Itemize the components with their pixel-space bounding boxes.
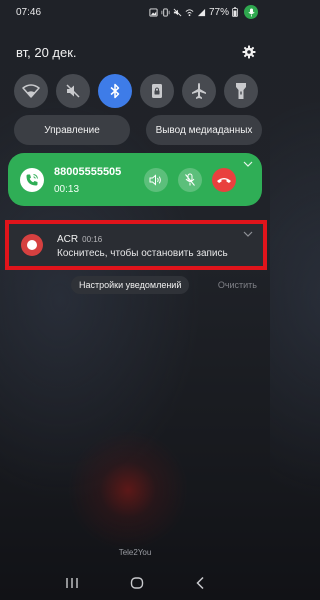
rotation-lock-toggle[interactable] [140,74,174,108]
sound-toggle[interactable] [56,74,90,108]
battery-percent: 77% [208,6,229,18]
airplane-icon [192,83,206,99]
mic-off-icon [185,173,195,186]
mute-icon [173,8,182,16]
wifi-icon [22,84,40,98]
battery-icon [232,7,238,17]
notification-actions: Настройки уведомлений Очистить [71,276,257,294]
ongoing-call-notification[interactable]: 88005555505 00:13 [8,153,262,206]
clear-all-button[interactable]: Очистить [218,280,257,290]
flashlight-toggle[interactable] [224,74,258,108]
notification-header: ACR 00:16 [57,234,102,245]
mic-icon [247,8,255,16]
bluetooth-toggle[interactable] [98,74,132,108]
wifi-calling-icon [185,8,194,16]
speaker-button[interactable] [144,168,168,192]
lock-icon [152,84,162,98]
date-row: вт, 20 дек. [16,42,256,62]
notification-settings-button[interactable]: Настройки уведомлений [71,276,190,294]
vibrate-icon [161,7,170,17]
status-icons: 77% [149,5,258,19]
acr-record-icon [21,234,43,256]
acr-notification[interactable]: ACR 00:16 Коснитесь, чтобы остановить зап… [5,220,267,270]
date-label[interactable]: вт, 20 дек. [16,45,77,60]
sound-off-icon [66,84,80,98]
media-output-button[interactable]: Вывод медиаданных [146,115,262,145]
notification-app-name: ACR [57,234,79,245]
notification-body: Коснитесь, чтобы остановить запись [57,248,228,259]
call-duration: 00:13 [54,184,80,195]
quick-panel-buttons: Управление Вывод медиаданных [14,115,262,145]
mic-in-use-indicator [244,5,258,19]
carrier-label: Tele2You [118,548,152,557]
hang-up-icon [217,178,231,183]
clock: 07:46 [16,6,42,18]
airplane-toggle[interactable] [182,74,216,108]
gallery-icon [149,7,158,17]
end-call-button[interactable] [212,168,236,192]
quick-settings [14,74,258,108]
back-icon[interactable] [195,576,205,590]
caller-number: 88005555505 [54,166,122,178]
status-bar: 07:46 77% [0,0,270,24]
navigation-bar [0,570,270,596]
chevron-down-icon[interactable] [243,231,253,237]
gear-icon[interactable] [242,45,256,59]
chevron-down-icon[interactable] [243,161,253,167]
notification-time: 00:16 [82,235,103,244]
flashlight-icon [236,83,246,99]
control-button[interactable]: Управление [14,115,130,145]
phone-icon [26,174,38,186]
bluetooth-icon [110,83,120,99]
recent-apps-icon[interactable] [65,577,79,589]
call-app-icon [20,168,44,192]
mute-mic-button[interactable] [178,168,202,192]
speaker-icon [149,174,161,186]
home-icon[interactable] [130,576,144,590]
signal-icon [197,8,206,16]
wifi-toggle[interactable] [14,74,48,108]
